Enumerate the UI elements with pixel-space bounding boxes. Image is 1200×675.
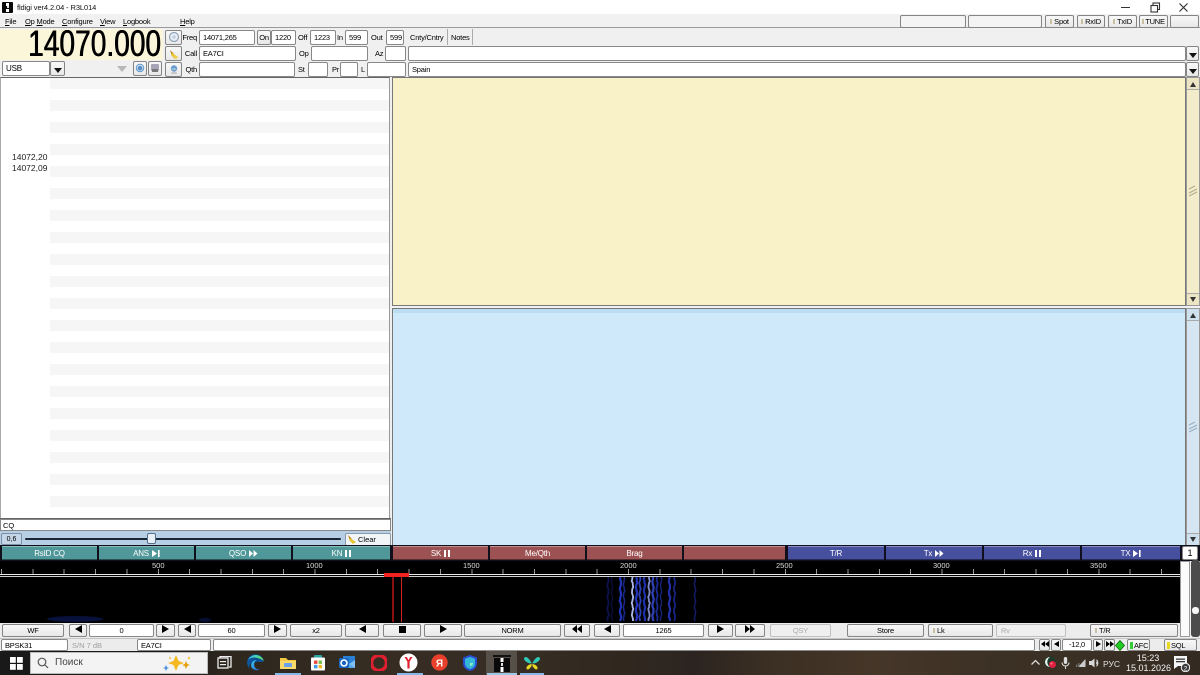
svg-text:Я: Я: [436, 659, 443, 670]
svg-text:2: 2: [1184, 665, 1188, 672]
